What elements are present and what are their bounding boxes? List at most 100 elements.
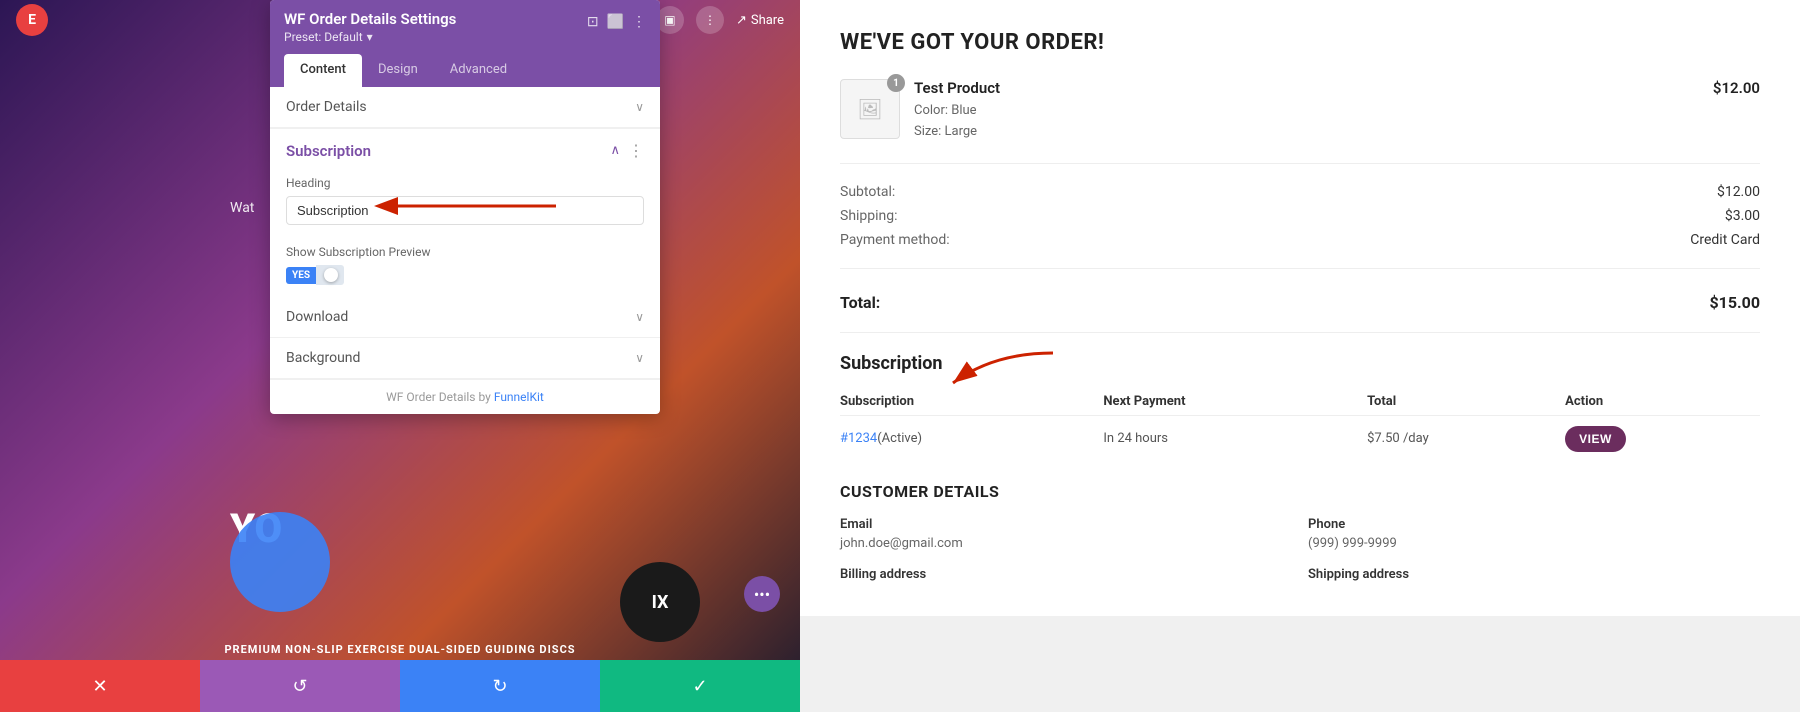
- show-preview-field-group: Show Subscription Preview YES: [270, 237, 660, 297]
- email-value: john.doe@gmail.com: [840, 536, 1292, 551]
- subscription-title-wrapper: Subscription: [840, 353, 943, 388]
- sub-status: (Active): [877, 431, 922, 446]
- download-label: Download: [286, 309, 348, 325]
- subscription-table-header-row: Subscription Next Payment Total Action: [840, 388, 1760, 416]
- settings-tabs: Content Design Advanced: [270, 54, 660, 87]
- elementor-icon: E: [16, 4, 48, 36]
- sub-next-payment-cell: In 24 hours: [1103, 415, 1367, 462]
- total-value: $15.00: [1709, 293, 1760, 312]
- phone-column: Phone (999) 999-9999: [1308, 517, 1760, 551]
- product-name: Test Product: [914, 79, 1713, 97]
- order-page-wrapper: WE'VE GOT YOUR ORDER! 1 🖼 Test Product C…: [800, 0, 1800, 712]
- email-column: Email john.doe@gmail.com: [840, 517, 1292, 551]
- total-row: Total: $15.00: [840, 285, 1760, 333]
- layout-icon[interactable]: ▣: [656, 6, 684, 34]
- product-info: Test Product Color: Blue Size: Large: [914, 79, 1713, 143]
- th-total: Total: [1367, 388, 1565, 416]
- subscription-table: Subscription Next Payment Total Action #…: [840, 388, 1760, 462]
- undo-button[interactable]: ↺: [200, 660, 400, 712]
- phone-value: (999) 999-9999: [1308, 536, 1760, 551]
- customer-title: CUSTOMER DETAILS: [840, 482, 1760, 501]
- customer-grid: Email john.doe@gmail.com Phone (999) 999…: [840, 517, 1760, 586]
- sub-id-link[interactable]: #1234: [840, 431, 877, 446]
- funnelkit-link[interactable]: FunnelKit: [494, 390, 544, 404]
- more-icon[interactable]: ⋮: [696, 6, 724, 34]
- tab-advanced[interactable]: Advanced: [434, 54, 523, 87]
- th-action: Action: [1565, 388, 1760, 416]
- toggle-yes-label: YES: [286, 267, 316, 284]
- subtotal-row: Subtotal: $12.00: [840, 180, 1760, 204]
- order-page: WE'VE GOT YOUR ORDER! 1 🖼 Test Product C…: [800, 0, 1800, 616]
- tab-design[interactable]: Design: [362, 54, 434, 87]
- background-chevron: ∨: [635, 351, 644, 365]
- confirm-icon: ✓: [692, 676, 707, 697]
- subscription-section-label: Subscription: [286, 142, 371, 160]
- top-bar-left: E: [16, 4, 48, 36]
- subscription-section: Subscription ∧ ⋮ Heading: [270, 128, 660, 297]
- customer-section: CUSTOMER DETAILS Email john.doe@gmail.co…: [840, 482, 1760, 586]
- footer-text: WF Order Details by: [386, 390, 494, 404]
- shipping-label: Shipping address: [1308, 567, 1760, 582]
- redo-button[interactable]: ↻: [400, 660, 600, 712]
- heading-field-label: Heading: [286, 176, 644, 190]
- order-summary: Subtotal: $12.00 Shipping: $3.00 Payment…: [840, 180, 1760, 269]
- settings-header-icons: ⊡ ⬜ ⋮: [587, 14, 646, 30]
- heading-input-wrapper: [286, 196, 644, 225]
- editor-panel: E ⊞ ▣ ⋮ ↗ Share Wat YO IX ••• WF Order D…: [0, 0, 800, 712]
- email-label: Email: [840, 517, 1292, 532]
- settings-preset[interactable]: Preset: Default ▾: [284, 30, 456, 44]
- subscription-right-title: Subscription: [840, 353, 943, 374]
- product-quantity-badge: 1: [887, 74, 905, 92]
- subscription-header-right: ∧ ⋮: [610, 141, 644, 160]
- billing-column: Billing address: [840, 567, 1292, 586]
- background-section[interactable]: Background ∨: [270, 338, 660, 379]
- expand-icon[interactable]: ⬜: [607, 14, 624, 30]
- shipping-column: Shipping address: [1308, 567, 1760, 586]
- cancel-icon: ✕: [92, 676, 107, 697]
- heading-input[interactable]: [286, 196, 644, 225]
- undo-icon: ↺: [292, 676, 307, 697]
- redo-icon: ↻: [492, 676, 507, 697]
- subscription-chevron-up[interactable]: ∧: [610, 143, 620, 158]
- floating-menu-button[interactable]: •••: [744, 576, 780, 612]
- preset-label: Preset: Default: [284, 30, 363, 44]
- th-subscription: Subscription: [840, 388, 1103, 416]
- settings-body: Order Details ∨ Subscription ∧ ⋮ Heading: [270, 87, 660, 414]
- toggle-switch[interactable]: YES: [286, 265, 644, 285]
- phone-label: Phone: [1308, 517, 1760, 532]
- settings-footer: WF Order Details by FunnelKit: [270, 379, 660, 414]
- share-button[interactable]: ↗ Share: [736, 13, 784, 28]
- cancel-button[interactable]: ✕: [0, 660, 200, 712]
- subscription-section-header: Subscription ∧ ⋮: [270, 129, 660, 172]
- product-image-placeholder: 🖼: [857, 97, 882, 121]
- billing-label: Billing address: [840, 567, 1292, 582]
- product-price: $12.00: [1713, 79, 1760, 97]
- confirm-button[interactable]: ✓: [600, 660, 800, 712]
- download-section[interactable]: Download ∨: [270, 297, 660, 338]
- responsive-toggle-icon[interactable]: ⊡: [587, 14, 599, 30]
- payment-value: Credit Card: [1690, 232, 1760, 248]
- toggle-knob: [324, 268, 338, 282]
- order-details-section[interactable]: Order Details ∨: [270, 87, 660, 128]
- settings-header: WF Order Details Settings Preset: Defaul…: [270, 0, 660, 54]
- subscription-table-head: Subscription Next Payment Total Action: [840, 388, 1760, 416]
- tab-content[interactable]: Content: [284, 54, 362, 87]
- subtotal-label: Subtotal:: [840, 184, 895, 200]
- payment-label: Payment method:: [840, 232, 950, 248]
- product-color: Color: Blue: [914, 101, 1713, 122]
- settings-title: WF Order Details Settings: [284, 10, 456, 28]
- black-circle-decoration: IX: [620, 562, 700, 642]
- view-subscription-button[interactable]: VIEW: [1565, 426, 1626, 452]
- watch-text-overlay: Wat: [230, 200, 254, 216]
- product-size: Size: Large: [914, 122, 1713, 143]
- sub-id-cell: #1234(Active): [840, 415, 1103, 462]
- panel-more-icon[interactable]: ⋮: [632, 14, 646, 30]
- order-details-label: Order Details: [286, 99, 367, 115]
- subscription-right-section: Subscription Subscription Next Payment: [840, 353, 1760, 462]
- color-label: Color:: [914, 103, 948, 118]
- order-details-chevron: ∨: [635, 100, 644, 114]
- order-title: WE'VE GOT YOUR ORDER!: [840, 30, 1760, 55]
- settings-header-left: WF Order Details Settings Preset: Defaul…: [284, 10, 456, 44]
- subscription-kebab-icon[interactable]: ⋮: [628, 141, 644, 160]
- size-label: Size:: [914, 124, 941, 139]
